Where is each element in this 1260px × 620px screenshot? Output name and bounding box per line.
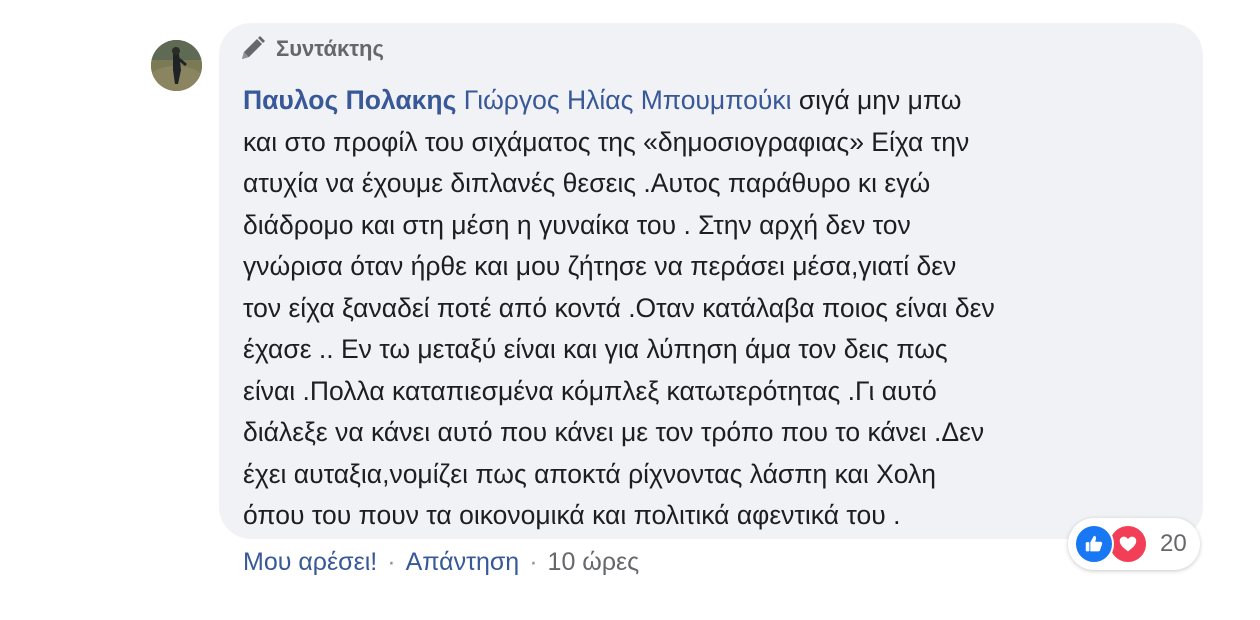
pencil-icon [242, 36, 265, 59]
comment-text-line: και στο προφίλ του σιχάματος της «δημοσι… [243, 126, 970, 157]
avatar[interactable] [151, 40, 202, 91]
reaction-count: 20 [1160, 530, 1187, 557]
separator-dot: · [529, 548, 538, 576]
comment-text-line: όπου του πουν τα οικονομικά και πολιτικά… [243, 500, 901, 530]
reply-button[interactable]: Απάντηση [406, 548, 520, 577]
reactions-summary[interactable]: 20 [1068, 518, 1200, 570]
comment-text-line: ατυχία να έχουμε διπλανές θεσεις .Αυτος … [243, 168, 931, 198]
avatar-image [151, 40, 202, 91]
comment-body: Παυλος Πολακης Γιώργος Ηλίας Μπουμπούκι … [243, 80, 1183, 537]
comment-text-line: έχασε .. Εν τω μεταξύ είναι και για λύπη… [243, 334, 948, 364]
comment-container: Συντάκτης Παυλος Πολακης Γιώργος Ηλίας Μ… [0, 0, 1260, 620]
comment-text-line: σιγά μην μπω [791, 85, 962, 115]
comment-text-line: τον είχα ξαναδεί ποτέ από κοντά .Οταν κα… [243, 292, 995, 323]
author-badge: Συντάκτης [236, 33, 384, 65]
comment-text-line: είναι .Πολλα καταπιεσμένα κόμπλεξ κατωτε… [243, 375, 937, 406]
comment-author-name[interactable]: Παυλος Πολακης [243, 85, 456, 115]
separator-dot: · [387, 548, 396, 576]
comment-text-line: διάδρομο και στη μέση η γυναίκα του . Στ… [243, 209, 911, 240]
comment-timestamp[interactable]: 10 ώρες [548, 548, 640, 577]
comment-text-line: γνώρισα όταν ήρθε και μου ζήτησε να περά… [243, 251, 957, 281]
love-icon [1108, 524, 1148, 564]
mention-link[interactable]: Γιώργος Ηλίας Μπουμπούκι [464, 85, 792, 115]
like-icon [1074, 524, 1114, 564]
like-button[interactable]: Μου αρέσει! [243, 548, 377, 577]
comment-actions: Μου αρέσει! · Απάντηση · 10 ώρες [243, 548, 639, 577]
comment-text-line: έχει αυταξια,νομίζει πως αποκτά ρίχνοντα… [243, 458, 937, 489]
author-badge-label: Συντάκτης [276, 36, 384, 61]
comment-text-line: διάλεξε να κάνει αυτό που κάνει με τον τ… [243, 417, 985, 447]
